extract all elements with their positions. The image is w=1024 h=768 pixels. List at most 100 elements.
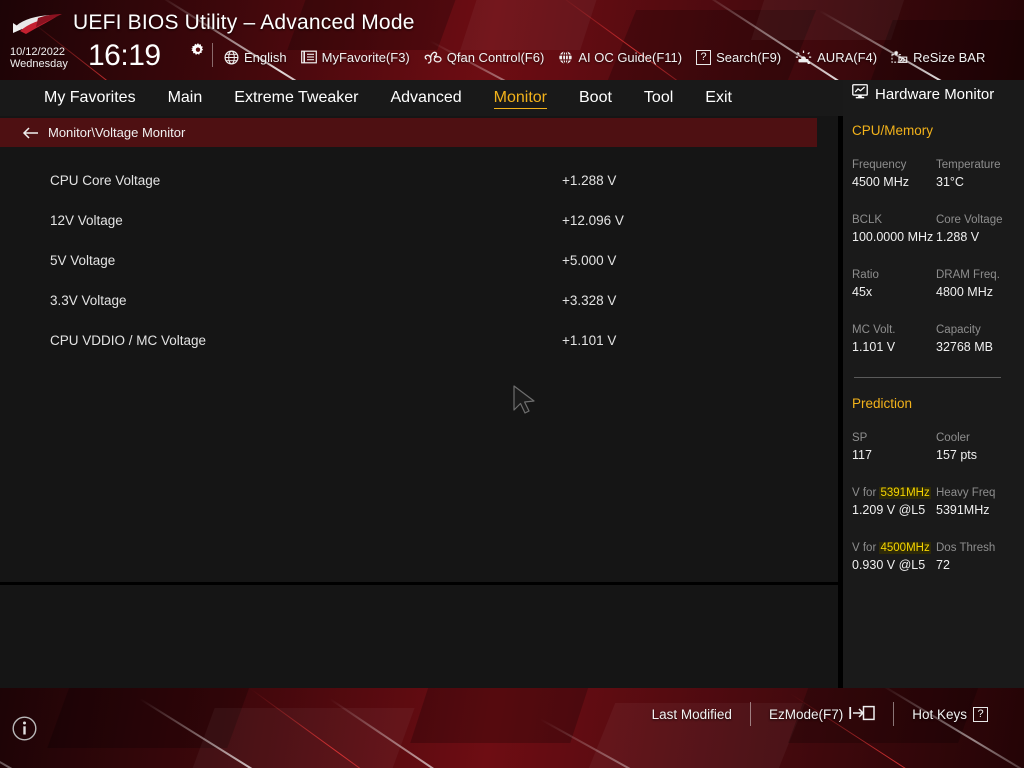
- rog-logo-icon: [10, 12, 62, 38]
- last-modified-button[interactable]: Last Modified: [634, 707, 750, 722]
- metric-key: DRAM Freq.: [936, 269, 1000, 281]
- page-title: UEFI BIOS Utility – Advanced Mode: [73, 11, 415, 34]
- footer-actions: Last Modified EzMode(F7) Hot Keys ?: [634, 702, 1006, 726]
- header-divider: [212, 43, 213, 67]
- content-divider: [0, 582, 838, 585]
- metric-key: Dos Thresh: [936, 542, 996, 554]
- metric-value: 4800 MHz: [936, 285, 993, 299]
- metric-value: 31°C: [936, 175, 964, 189]
- language-label: English: [244, 49, 287, 65]
- myfavorite-label: MyFavorite(F3): [321, 49, 410, 65]
- clock-text: 16:19: [88, 39, 161, 72]
- last-modified-label: Last Modified: [651, 706, 732, 722]
- app-footer: Last Modified EzMode(F7) Hot Keys ? Vers…: [0, 688, 1024, 768]
- datetime-display: 10/12/2022 Wednesday: [10, 46, 84, 70]
- aura-label: AURA(F4): [817, 49, 878, 65]
- monitor-chart-icon: [852, 84, 868, 104]
- highlight-value: 5391MHz: [879, 487, 931, 499]
- ezmode-button[interactable]: EzMode(F7): [751, 705, 893, 724]
- list-item[interactable]: 12V Voltage +12.096 V: [0, 200, 838, 240]
- metric-key: V for 5391MHz: [852, 487, 931, 499]
- metric-key: BCLK: [852, 214, 883, 226]
- tab-monitor[interactable]: Monitor: [478, 80, 563, 116]
- row-value: +1.101 V: [562, 332, 617, 348]
- tab-advanced[interactable]: Advanced: [374, 80, 477, 116]
- gear-icon[interactable]: [191, 43, 205, 57]
- metric-key: Cooler: [936, 432, 970, 444]
- date-text: 10/12/2022: [10, 46, 66, 58]
- metric-value: 45x: [852, 285, 873, 299]
- header-toolbar: English MyFavorite(F3) Qfan Control(F6) …: [224, 46, 985, 68]
- myfavorite-button[interactable]: MyFavorite(F3): [300, 49, 410, 65]
- mouse-pointer-icon: [512, 385, 538, 415]
- voltage-list: CPU Core Voltage +1.288 V 12V Voltage +1…: [0, 160, 838, 360]
- section-title-cpu-memory: CPU/Memory: [852, 123, 934, 138]
- metric-key: Ratio: [852, 269, 879, 281]
- row-label: 3.3V Voltage: [50, 292, 127, 308]
- list-item[interactable]: 3.3V Voltage +3.328 V: [0, 280, 838, 320]
- metric-value: 5391MHz: [936, 503, 990, 517]
- row-label: CPU Core Voltage: [50, 172, 161, 188]
- section-title-prediction: Prediction: [852, 396, 913, 411]
- tab-main[interactable]: Main: [152, 80, 219, 116]
- row-label: 12V Voltage: [50, 212, 123, 228]
- metric-key: Capacity: [936, 324, 981, 336]
- list-item[interactable]: 5V Voltage +5.000 V: [0, 240, 838, 280]
- globe-grid-icon: [558, 50, 573, 65]
- row-value: +12.096 V: [562, 212, 624, 228]
- weekday-text: Wednesday: [10, 58, 68, 70]
- metric-value: 1.288 V: [936, 230, 980, 244]
- metric-key: Frequency: [852, 159, 907, 171]
- sidebar-divider: [854, 377, 1001, 378]
- language-button[interactable]: English: [224, 50, 287, 65]
- tab-my-favorites[interactable]: My Favorites: [28, 80, 152, 116]
- app-header: UEFI BIOS Utility – Advanced Mode 10/12/…: [0, 0, 1024, 80]
- row-value: +5.000 V: [562, 252, 617, 268]
- globe-icon: [224, 50, 239, 65]
- question-box-icon: ?: [973, 706, 988, 722]
- metric-value: 4500 MHz: [852, 175, 909, 189]
- ezmode-label: EzMode(F7): [768, 706, 844, 722]
- tab-tool[interactable]: Tool: [628, 80, 689, 116]
- metric-value: 0.930 V @L5: [852, 558, 926, 572]
- breadcrumb[interactable]: Monitor\Voltage Monitor: [0, 118, 817, 147]
- aura-light-icon: [795, 50, 812, 65]
- nav-tab-list: My Favorites Main Extreme Tweaker Advanc…: [28, 80, 748, 116]
- metric-value: 1.101 V: [852, 340, 896, 354]
- metric-key: Heavy Freq: [936, 487, 996, 499]
- highlight-value: 4500MHz: [879, 542, 931, 554]
- resize-bar-button[interactable]: ReSize BAR: [891, 50, 985, 65]
- row-value: +3.328 V: [562, 292, 617, 308]
- resize-bar-label: ReSize BAR: [913, 49, 986, 65]
- metric-key: MC Volt.: [852, 324, 896, 336]
- tab-extreme-tweaker[interactable]: Extreme Tweaker: [218, 80, 374, 116]
- row-label: 5V Voltage: [50, 252, 116, 268]
- row-label: CPU VDDIO / MC Voltage: [50, 332, 207, 348]
- qfan-control-label: Qfan Control(F6): [446, 49, 545, 65]
- qfan-control-button[interactable]: Qfan Control(F6): [424, 49, 545, 65]
- metric-value: 1.209 V @L5: [852, 503, 926, 517]
- exit-arrow-icon: [849, 705, 875, 724]
- metric-value: 117: [852, 448, 872, 462]
- metric-key: Core Voltage: [936, 214, 1003, 226]
- list-item[interactable]: CPU VDDIO / MC Voltage +1.101 V: [0, 320, 838, 360]
- aura-button[interactable]: AURA(F4): [795, 50, 877, 65]
- metric-value: 32768 MB: [936, 340, 993, 354]
- ai-oc-guide-button[interactable]: AI OC Guide(F11): [558, 50, 682, 65]
- content-panel: Monitor\Voltage Monitor CPU Core Voltage…: [0, 116, 838, 741]
- breadcrumb-path: Monitor\Voltage Monitor: [48, 125, 186, 140]
- list-item[interactable]: CPU Core Voltage +1.288 V: [0, 160, 838, 200]
- search-button[interactable]: ? Search(F9): [696, 49, 781, 65]
- resize-bar-icon: [891, 50, 908, 65]
- metric-key: V for 4500MHz: [852, 542, 931, 554]
- metric-key: Temperature: [936, 159, 1001, 171]
- tab-exit[interactable]: Exit: [689, 80, 748, 116]
- metric-value: 72: [936, 558, 950, 572]
- tab-boot[interactable]: Boot: [563, 80, 628, 116]
- hardware-monitor-title: Hardware Monitor: [852, 84, 994, 104]
- row-value: +1.288 V: [562, 172, 617, 188]
- hotkeys-button[interactable]: Hot Keys ?: [894, 706, 1006, 722]
- ai-oc-guide-label: AI OC Guide(F11): [578, 49, 683, 65]
- back-arrow-icon[interactable]: [22, 126, 39, 140]
- metric-key: SP: [852, 432, 868, 444]
